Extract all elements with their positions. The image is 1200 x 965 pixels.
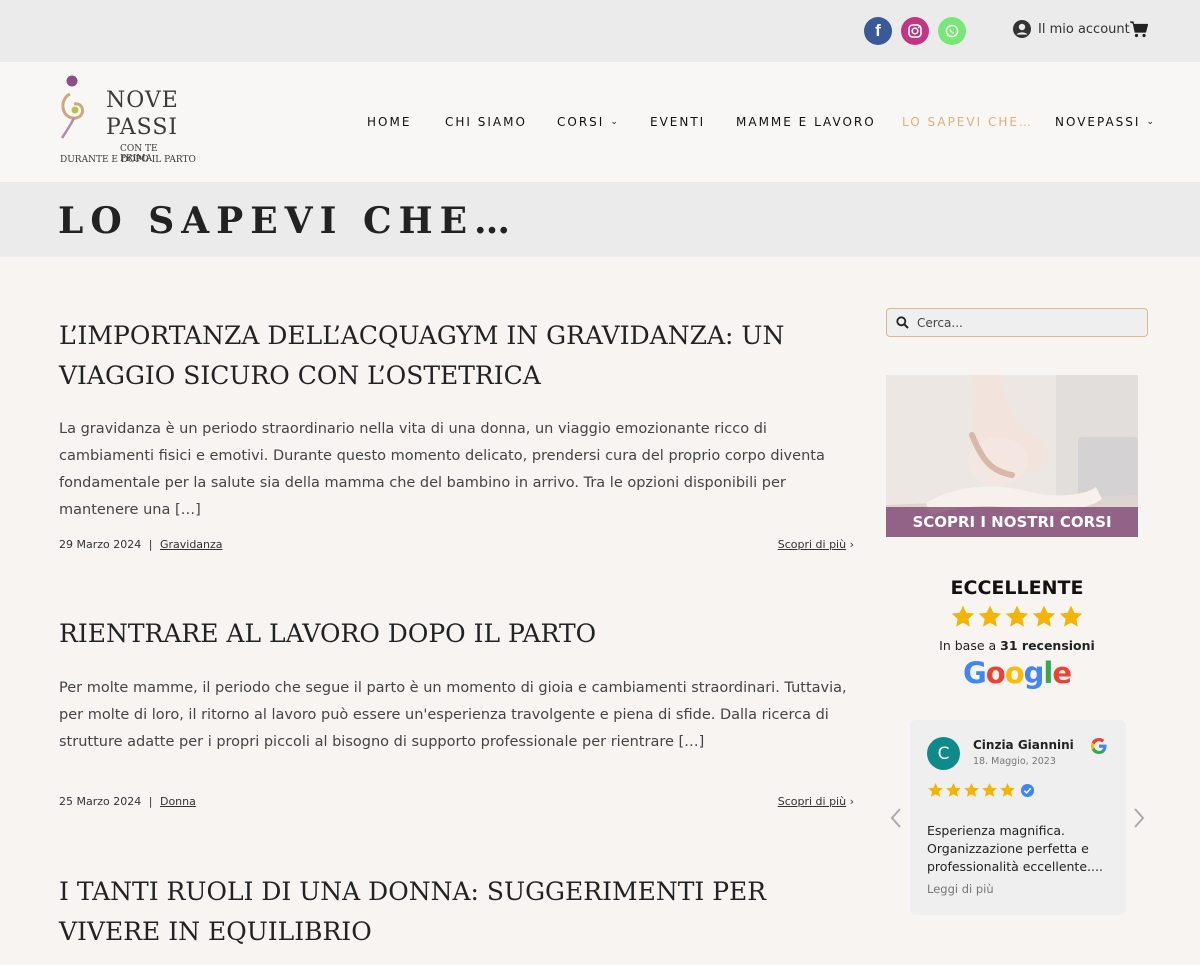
post-title[interactable]: RIENTRARE AL LAVORO DOPO IL PARTO bbox=[59, 614, 849, 654]
page-title-bar: LO SAPEVI CHE… bbox=[0, 182, 1200, 257]
logo-text-line2: PASSI bbox=[106, 115, 179, 140]
instagram-icon[interactable] bbox=[901, 17, 929, 45]
cart-icon[interactable] bbox=[1130, 21, 1149, 42]
meta-separator: | bbox=[148, 795, 153, 808]
post-meta: 25 Marzo 2024 | Donna bbox=[59, 795, 196, 808]
nav-item-eventi[interactable]: EVENTI bbox=[650, 115, 705, 129]
chevron-down-icon: ⌄ bbox=[610, 117, 618, 127]
read-more-link[interactable]: Scopri di più › bbox=[778, 795, 854, 808]
site-header: NOVE PASSI CON TE PRIMA DURANTE E DOPO I… bbox=[0, 62, 1200, 182]
post-meta: 29 Marzo 2024 | Gravidanza bbox=[59, 538, 223, 551]
promo-label: SCOPRI I NOSTRI CORSI bbox=[886, 507, 1138, 537]
page-title: LO SAPEVI CHE… bbox=[58, 200, 518, 242]
post-excerpt: La gravidanza è un periodo straordinario… bbox=[59, 421, 825, 518]
nav-item-mamme-e-lavoro[interactable]: MAMME E LAVORO bbox=[736, 115, 876, 129]
star-icon bbox=[951, 605, 975, 627]
facebook-icon[interactable]: f bbox=[864, 17, 892, 45]
chevron-down-icon: ⌄ bbox=[1146, 117, 1154, 127]
nav-item-novepassi[interactable]: NOVEPASSI ⌄ bbox=[1055, 115, 1154, 129]
star-icon bbox=[1005, 605, 1029, 627]
chevron-left-icon bbox=[890, 808, 901, 828]
post-excerpt: Per molte mamme, il periodo che segue il… bbox=[59, 680, 847, 750]
chevron-right-icon: › bbox=[849, 795, 854, 808]
logo-text-line1: NOVE bbox=[106, 88, 179, 113]
post-title[interactable]: I TANTI RUOLI DI UNA DONNA: SUGGERIMENTI… bbox=[59, 872, 849, 952]
nav-item-chi-siamo[interactable]: CHI SIAMO bbox=[445, 115, 527, 129]
courses-promo-banner[interactable]: SCOPRI I NOSTRI CORSI bbox=[886, 375, 1138, 537]
rating-stars bbox=[950, 604, 1084, 630]
nav-item-home[interactable]: HOME bbox=[367, 115, 411, 129]
star-icon bbox=[978, 605, 1002, 627]
search-input[interactable] bbox=[917, 315, 1137, 330]
meta-separator: | bbox=[148, 538, 153, 551]
chevron-right-icon bbox=[1134, 808, 1145, 828]
rating-based-on: In base a 31 recensioni bbox=[939, 638, 1095, 653]
top-bar: f Il mio account bbox=[0, 0, 1200, 62]
nav-item-lo-sapevi-che[interactable]: LO SAPEVI CHE… bbox=[902, 115, 1033, 129]
post-category-link[interactable]: Donna bbox=[160, 795, 196, 808]
carousel-prev-button[interactable] bbox=[887, 805, 905, 831]
google-g-icon bbox=[1091, 738, 1107, 754]
review-text: Esperienza magnifica. Organizzazione per… bbox=[927, 823, 1103, 874]
star-icon bbox=[1000, 783, 1015, 797]
verified-badge-icon bbox=[1020, 783, 1035, 798]
chevron-right-icon: › bbox=[849, 538, 854, 551]
star-icon bbox=[964, 783, 979, 797]
nav-item-corsi[interactable]: CORSI ⌄ bbox=[557, 115, 618, 129]
carousel-next-button[interactable] bbox=[1130, 805, 1148, 831]
rating-title: ECCELLENTE bbox=[950, 577, 1084, 599]
review-stars bbox=[927, 782, 1035, 799]
avatar: C bbox=[927, 737, 960, 770]
my-account-link[interactable]: Il mio account bbox=[1013, 20, 1130, 38]
logo-tagline-line2: DURANTE E DOPO IL PARTO bbox=[60, 155, 196, 165]
search-icon[interactable] bbox=[896, 316, 909, 329]
review-author: Cinzia Giannini bbox=[973, 738, 1074, 752]
review-count: 31 recensioni bbox=[1000, 638, 1095, 653]
search-box bbox=[886, 308, 1148, 337]
star-icon bbox=[1032, 605, 1056, 627]
post-title[interactable]: L’IMPORTANZA DELL’ACQUAGYM IN GRAVIDANZA… bbox=[59, 316, 849, 396]
review-date: 18. Maggio, 2023 bbox=[973, 756, 1056, 767]
star-icon bbox=[946, 783, 961, 797]
post-date: 29 Marzo 2024 bbox=[59, 538, 142, 551]
star-icon bbox=[1059, 605, 1083, 627]
review-read-more-link[interactable]: Leggi di più bbox=[927, 882, 994, 896]
site-logo[interactable]: NOVE PASSI CON TE PRIMA DURANTE E DOPO I… bbox=[60, 74, 196, 170]
star-icon bbox=[928, 783, 943, 797]
review-card: C Cinzia Giannini 18. Maggio, 2023 Esper… bbox=[910, 720, 1126, 915]
google-logo: Google bbox=[962, 656, 1072, 690]
post-category-link[interactable]: Gravidanza bbox=[160, 538, 223, 551]
post-date: 25 Marzo 2024 bbox=[59, 795, 142, 808]
user-icon bbox=[1013, 20, 1031, 38]
logo-mark-icon bbox=[60, 75, 84, 139]
read-more-link[interactable]: Scopri di più › bbox=[778, 538, 854, 551]
my-account-label: Il mio account bbox=[1038, 21, 1130, 37]
star-icon bbox=[982, 783, 997, 797]
whatsapp-icon[interactable] bbox=[938, 17, 966, 45]
